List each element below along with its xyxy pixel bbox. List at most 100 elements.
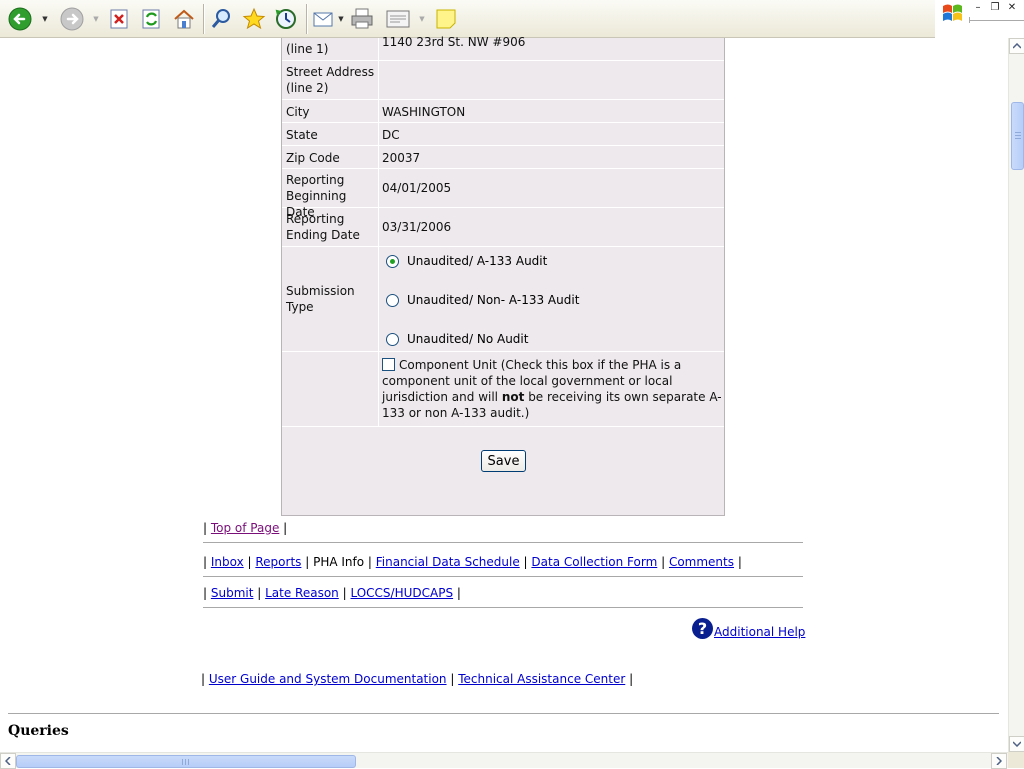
zip-value: 20037 [382,151,421,165]
divider [203,576,803,577]
windows-logo-icon [941,2,965,27]
horizontal-scroll-thumb[interactable] [16,755,356,768]
note-icon[interactable] [432,5,460,33]
form-row-state: State DC [282,123,724,146]
form-row-address-line2: Street Address (line 2) [282,61,724,100]
queries-heading: Queries [8,723,69,739]
radio-selected-dot [390,258,395,264]
grip-line [1015,138,1021,139]
close-icon[interactable]: ✕ [1005,2,1019,14]
column-divider [378,61,379,99]
minimize-icon[interactable]: – [971,2,985,14]
scroll-left-icon[interactable] [0,753,16,769]
end-date-value: 03/31/2006 [382,220,452,234]
radio-no-audit-button[interactable] [386,332,399,346]
financial-data-schedule-link[interactable]: Financial Data Schedule [376,555,520,569]
end-date-label: Reporting Ending Date [286,212,360,242]
component-unit-checkbox[interactable] [382,358,395,371]
history-icon[interactable] [272,5,300,33]
form-row-end-date: Reporting Ending Date 03/31/2006 [282,208,724,247]
inbox-link[interactable]: Inbox [211,555,244,569]
forward-icon[interactable] [58,5,86,33]
divider [203,607,803,608]
address-line2-label: Street Address (line 2) [286,65,375,95]
pha-info-current: PHA Info [313,555,365,569]
column-divider [378,38,379,60]
column-divider [378,146,379,168]
refresh-icon[interactable] [138,5,166,33]
scroll-right-icon[interactable] [991,753,1007,769]
radio-non-a133-button[interactable] [386,293,399,307]
back-icon[interactable] [6,5,34,33]
address-line1-value: 1140 23rd St. NW #906 [382,35,526,49]
radio-a133[interactable]: Unaudited/ A-133 Audit [386,252,547,270]
data-collection-form-link[interactable]: Data Collection Form [531,555,657,569]
divider [8,713,999,714]
form-row-address-line1: (line 1) 1140 23rd St. NW #906 [282,35,724,61]
submit-link[interactable]: Submit [211,586,254,600]
address-line1-label: (line 1) [286,42,329,56]
radio-a133-button[interactable] [386,254,399,268]
home-icon[interactable] [170,5,198,33]
secondary-nav: | Submit | Late Reason | LOCCS/HUDCAPS | [203,586,461,600]
save-button[interactable]: Save [481,450,526,472]
edit-icon[interactable] [384,5,412,33]
favorites-icon[interactable] [240,5,268,33]
begin-date-value: 04/01/2005 [382,181,452,195]
form-row-component-unit: Component Unit (Check this box if the PH… [282,352,724,427]
browser-toolbar: ▼ ▼ ▼ ▼ [0,0,935,38]
user-guide-link[interactable]: User Guide and System Documentation [209,672,447,686]
vertical-scroll-thumb[interactable] [1011,102,1024,170]
radio-non-a133[interactable]: Unaudited/ Non- A-133 Audit [386,291,579,309]
print-icon[interactable] [348,5,376,33]
edit-dropdown-icon[interactable]: ▼ [418,15,426,23]
mail-dropdown-icon[interactable]: ▼ [337,15,345,23]
toolbar-separator [306,4,307,34]
radio-a133-label: Unaudited/ A-133 Audit [407,254,548,268]
grip-line [182,759,183,765]
pha-info-form: (line 1) 1140 23rd St. NW #906 Street Ad… [281,35,725,516]
divider [203,542,803,543]
search-icon[interactable] [208,5,236,33]
primary-nav: | Inbox | Reports | PHA Info | Financial… [203,555,742,569]
column-divider [378,100,379,122]
city-value: WASHINGTON [382,105,466,119]
horizontal-scrollbar[interactable] [0,752,1008,769]
window-controls: – ❐ ✕ [935,0,1024,38]
top-of-page-nav: | Top of Page | [203,521,288,535]
technical-assistance-link[interactable]: Technical Assistance Center [458,672,625,686]
top-of-page-link[interactable]: Top of Page [211,521,280,535]
documentation-nav: | User Guide and System Documentation | … [201,672,634,686]
column-divider [378,247,379,351]
form-row-city: City WASHINGTON [282,100,724,123]
toolbar-separator [203,4,204,34]
mail-icon[interactable] [310,5,338,33]
component-unit-bold: not [501,390,525,404]
column-divider [378,169,379,207]
state-label: State [286,128,318,142]
vertical-scrollbar[interactable] [1008,38,1024,752]
comments-link[interactable]: Comments [669,555,734,569]
scroll-down-icon[interactable] [1009,736,1024,752]
status-line [969,20,1024,21]
grip-line [188,759,189,765]
radio-no-audit[interactable]: Unaudited/ No Audit [386,330,528,348]
help-question-icon[interactable]: ? [692,618,713,639]
scroll-up-icon[interactable] [1009,38,1024,54]
grip-line [1015,135,1021,136]
zip-label: Zip Code [286,151,340,165]
state-value: DC [382,128,400,142]
grip-line [185,759,186,765]
city-label: City [286,105,310,119]
column-divider [378,352,379,426]
column-divider [378,123,379,145]
stop-icon[interactable] [106,5,134,33]
loccs-hudcaps-link[interactable]: LOCCS/HUDCAPS [350,586,453,600]
additional-help-link[interactable]: Additional Help [714,625,805,639]
reports-link[interactable]: Reports [255,555,301,569]
forward-dropdown-icon[interactable]: ▼ [92,15,100,23]
additional-help[interactable]: ? Additional Help [692,618,805,639]
back-dropdown-icon[interactable]: ▼ [41,15,49,23]
restore-icon[interactable]: ❐ [988,2,1002,14]
late-reason-link[interactable]: Late Reason [265,586,339,600]
